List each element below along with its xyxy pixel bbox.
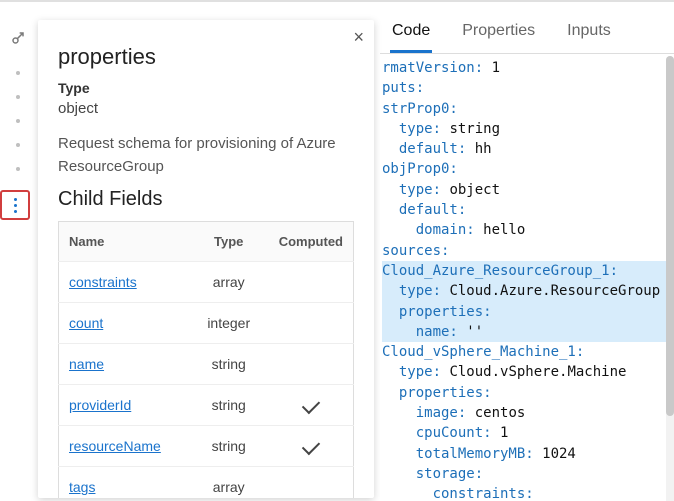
tab-code[interactable]: Code (390, 16, 432, 53)
child-fields-heading: Child Fields (58, 188, 354, 211)
editor-tabs: Code Properties Inputs (380, 12, 674, 54)
scrollbar[interactable] (666, 56, 674, 501)
table-row: count integer (59, 303, 354, 344)
field-computed (269, 262, 354, 303)
table-row: tags array (59, 467, 354, 499)
code-content: rmatVersion: 1 puts: strProp0: type: str… (380, 54, 674, 501)
rail-dot (16, 143, 20, 147)
field-computed (269, 385, 354, 426)
canvas-actions-highlight (0, 190, 30, 220)
col-computed: Computed (269, 222, 354, 262)
rail-dot (16, 71, 20, 75)
tab-properties[interactable]: Properties (460, 16, 537, 53)
field-type: string (189, 426, 269, 467)
tab-inputs[interactable]: Inputs (565, 16, 613, 53)
table-row: resourceName string (59, 426, 354, 467)
rail-dot (16, 95, 20, 99)
panel-description: Request schema for provisioning of Azure… (58, 133, 354, 178)
panel-title: properties (58, 44, 354, 70)
right-pane: Code Properties Inputs rmatVersion: 1 pu… (380, 12, 674, 501)
table-row: constraints array (59, 262, 354, 303)
scrollbar-thumb[interactable] (666, 56, 674, 416)
field-link[interactable]: resourceName (69, 438, 161, 454)
type-value: object (58, 100, 354, 117)
table-row: providerId string (59, 385, 354, 426)
field-type: array (189, 467, 269, 499)
top-divider (0, 0, 674, 2)
check-icon (302, 396, 320, 414)
field-computed (269, 303, 354, 344)
field-link[interactable]: name (69, 356, 104, 372)
field-link[interactable]: count (69, 315, 103, 331)
field-type: integer (189, 303, 269, 344)
more-actions-button[interactable] (14, 198, 17, 213)
rail-dot (16, 167, 20, 171)
code-editor[interactable]: rmatVersion: 1 puts: strProp0: type: str… (380, 54, 674, 501)
field-type: array (189, 262, 269, 303)
field-computed (269, 344, 354, 385)
plugin-icon (8, 28, 28, 51)
field-link[interactable]: tags (69, 479, 95, 495)
child-fields-table: Name Type Computed constraints array cou… (58, 221, 354, 498)
field-link[interactable]: constraints (69, 274, 137, 290)
field-link[interactable]: providerId (69, 397, 131, 413)
canvas-left-rail (0, 12, 35, 501)
type-label: Type (58, 80, 354, 96)
field-type: string (189, 344, 269, 385)
table-row: name string (59, 344, 354, 385)
schema-panel: × properties Type object Request schema … (38, 20, 374, 498)
col-type: Type (189, 222, 269, 262)
close-icon[interactable]: × (353, 28, 364, 46)
field-computed (269, 426, 354, 467)
field-computed (269, 467, 354, 499)
rail-dot (16, 119, 20, 123)
col-name: Name (59, 222, 189, 262)
check-icon (302, 437, 320, 455)
field-type: string (189, 385, 269, 426)
